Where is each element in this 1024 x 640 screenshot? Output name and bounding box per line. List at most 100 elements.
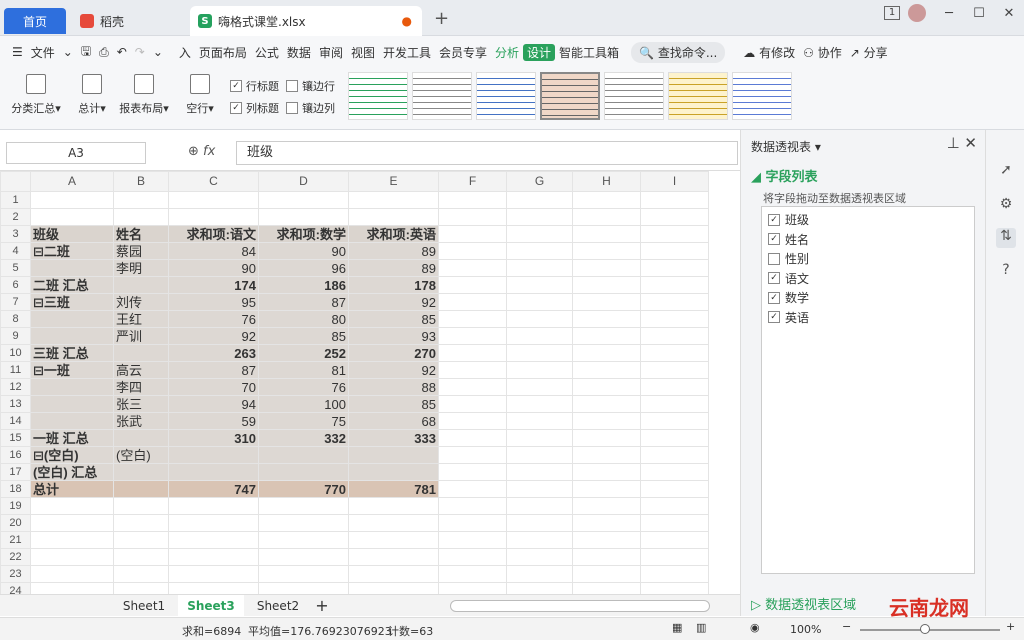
cell[interactable] xyxy=(438,242,507,260)
cell[interactable] xyxy=(113,565,169,583)
cell[interactable]: 310 xyxy=(168,429,259,447)
cell[interactable] xyxy=(572,480,641,498)
row-header[interactable]: 18 xyxy=(0,480,31,498)
formula-input[interactable]: 班级 xyxy=(236,141,738,165)
style-swatch[interactable] xyxy=(412,72,472,120)
cell[interactable]: 张武 xyxy=(113,412,169,430)
cell[interactable] xyxy=(572,344,641,362)
cell[interactable] xyxy=(640,514,709,532)
zoom-slider-thumb[interactable] xyxy=(920,624,930,634)
zoom-out-icon[interactable]: − xyxy=(842,620,851,633)
cell[interactable] xyxy=(348,565,439,583)
report-layout-button[interactable]: 报表布局▾ xyxy=(116,74,172,116)
style-swatch[interactable] xyxy=(476,72,536,120)
cell[interactable] xyxy=(113,191,169,209)
cell[interactable] xyxy=(168,565,259,583)
page-indicator[interactable]: 1 xyxy=(884,6,900,20)
cell[interactable] xyxy=(640,531,709,549)
row-header[interactable]: 3 xyxy=(0,225,31,243)
cell[interactable]: 求和项:英语 xyxy=(348,225,439,243)
hamburger-icon[interactable]: ☰ xyxy=(8,45,27,59)
cell[interactable]: 94 xyxy=(168,395,259,413)
cell[interactable] xyxy=(168,463,259,481)
cell[interactable] xyxy=(506,480,573,498)
normal-view-icon[interactable]: ▦ xyxy=(672,621,682,634)
cell[interactable]: 75 xyxy=(258,412,349,430)
cell[interactable] xyxy=(506,548,573,566)
cell[interactable] xyxy=(640,446,709,464)
cell[interactable] xyxy=(438,191,507,209)
help-icon[interactable]: ? xyxy=(996,262,1016,282)
menu-view[interactable]: 视图 xyxy=(347,44,379,61)
field-item[interactable]: ✓ 数学 xyxy=(768,289,809,306)
pivot-icon[interactable]: ⇅ xyxy=(996,228,1016,248)
cell[interactable]: 100 xyxy=(258,395,349,413)
page-view-icon[interactable]: ▥ xyxy=(696,621,706,634)
cell[interactable]: 刘传 xyxy=(113,293,169,311)
cell[interactable]: 770 xyxy=(258,480,349,498)
row-header[interactable]: 19 xyxy=(0,497,31,515)
cell[interactable]: ⊟三班 xyxy=(30,293,114,311)
cell[interactable]: 93 xyxy=(348,327,439,345)
cell[interactable] xyxy=(348,548,439,566)
cell[interactable]: 求和项:语文 xyxy=(168,225,259,243)
cell[interactable]: ⊟(空白) xyxy=(30,446,114,464)
cell[interactable] xyxy=(506,327,573,345)
name-box[interactable]: A3 xyxy=(6,142,146,164)
cell[interactable] xyxy=(348,463,439,481)
panel-title[interactable]: 数据透视表 ▾ xyxy=(751,138,821,155)
cell[interactable] xyxy=(640,225,709,243)
cell[interactable]: 求和项:数学 xyxy=(258,225,349,243)
cell[interactable] xyxy=(572,531,641,549)
menu-review[interactable]: 审阅 xyxy=(315,44,347,61)
cell[interactable]: 88 xyxy=(348,378,439,396)
cell[interactable]: 90 xyxy=(168,259,259,277)
cell[interactable] xyxy=(506,429,573,447)
row-header[interactable]: 23 xyxy=(0,565,31,583)
cell[interactable] xyxy=(168,191,259,209)
cell[interactable] xyxy=(258,582,349,594)
select-icon[interactable]: ➚ xyxy=(996,162,1016,182)
cell[interactable]: 87 xyxy=(258,293,349,311)
cell[interactable] xyxy=(572,412,641,430)
cell[interactable]: 87 xyxy=(168,361,259,379)
row-header[interactable]: 6 xyxy=(0,276,31,294)
cell[interactable]: (空白) xyxy=(113,446,169,464)
cell[interactable] xyxy=(438,480,507,498)
cell[interactable]: 总计 xyxy=(30,480,114,498)
cell[interactable]: 班级 xyxy=(30,225,114,243)
checkbox-icon[interactable]: ✓ xyxy=(768,272,780,284)
pivot-areas-section[interactable]: ▷ 数据透视表区域 xyxy=(751,594,856,613)
cell[interactable]: 92 xyxy=(348,293,439,311)
cell[interactable] xyxy=(506,259,573,277)
cell[interactable] xyxy=(348,531,439,549)
cell[interactable] xyxy=(640,276,709,294)
banded-columns-checkbox[interactable]: 镶边列 xyxy=(286,100,335,116)
row-header[interactable]: 2 xyxy=(0,208,31,226)
column-header[interactable]: C xyxy=(168,171,259,192)
cell[interactable] xyxy=(30,548,114,566)
cell[interactable] xyxy=(572,446,641,464)
cell[interactable]: 85 xyxy=(348,395,439,413)
cell[interactable]: 332 xyxy=(258,429,349,447)
cell[interactable] xyxy=(258,497,349,515)
cell[interactable] xyxy=(30,259,114,277)
cell[interactable] xyxy=(113,463,169,481)
cell[interactable] xyxy=(258,514,349,532)
zoom-icon[interactable]: ⊕ xyxy=(188,144,199,159)
cell[interactable] xyxy=(506,497,573,515)
cell[interactable] xyxy=(640,463,709,481)
menu-design[interactable]: 设计 xyxy=(523,43,556,61)
zoom-slider[interactable] xyxy=(860,629,1000,631)
cell[interactable] xyxy=(640,208,709,226)
cell[interactable]: 80 xyxy=(258,310,349,328)
cell[interactable] xyxy=(640,242,709,260)
cell[interactable] xyxy=(506,582,573,594)
cell[interactable] xyxy=(572,548,641,566)
cell[interactable]: 李四 xyxy=(113,378,169,396)
column-header[interactable]: F xyxy=(438,171,507,192)
menu-file[interactable]: 文件 xyxy=(27,44,59,61)
cell[interactable] xyxy=(572,378,641,396)
cell[interactable]: ⊟二班 xyxy=(30,242,114,260)
checkbox-icon[interactable]: ✓ xyxy=(768,311,780,323)
